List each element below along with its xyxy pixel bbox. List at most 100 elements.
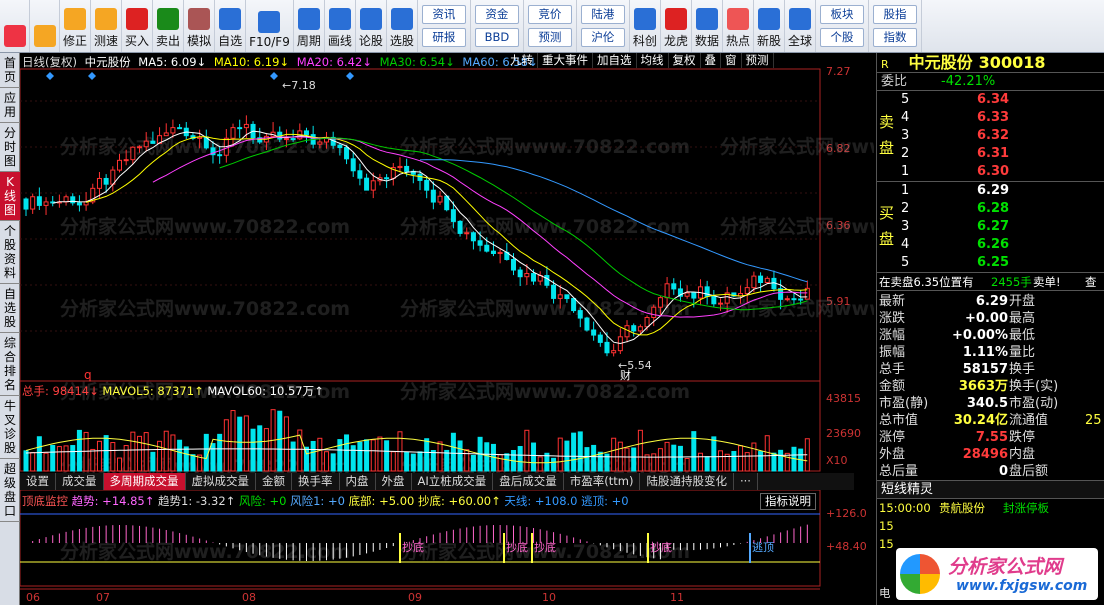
kline-button-1[interactable]: 重大事件 (538, 53, 593, 68)
candle-body (591, 329, 597, 336)
order-more-link[interactable]: 查 (1085, 273, 1097, 291)
left-tab-1[interactable]: 应 用 (0, 88, 20, 123)
toolbar-button-buttons20[interactable]: 科创 (630, 0, 661, 52)
kline-button-bar: 九转 重大事件 加自选 均线 复权叠窗预测 (506, 53, 774, 68)
toolbar-link[interactable]: BBD (474, 28, 519, 47)
candle-body (637, 326, 643, 332)
indicator-tab-4[interactable]: 金额 (256, 473, 292, 490)
toolbar-button-buttons6[interactable]: 模拟 (184, 0, 216, 52)
toolbar-button-buttons2[interactable]: 修正 (60, 0, 92, 52)
level-price: 6.30 (977, 164, 1010, 179)
period-label[interactable]: 日线(复权) (22, 55, 77, 69)
chart-canvas[interactable]: 7.276.826.365.91分析家公式网www.70822.com 分析家公式… (20, 53, 874, 605)
toolbar-button-label: 龙虎 (663, 34, 688, 48)
candle-body (237, 127, 243, 130)
volume-bar (591, 444, 597, 472)
indicator-tab-12[interactable]: ··· (734, 473, 758, 490)
candle-body (163, 132, 169, 137)
kline-button-0[interactable]: 九转 (506, 53, 538, 68)
toolbar-button-buttons0[interactable] (0, 0, 30, 52)
volume-bar (584, 447, 590, 472)
sell-level[interactable]: 4 6.33 (877, 109, 1104, 127)
indicator-tab-0[interactable]: 设置 (20, 473, 56, 490)
toolbar-button-buttons7[interactable]: 自选 (215, 0, 247, 52)
left-tab-8[interactable]: 超 级 盘 口 (0, 459, 20, 522)
toolbar-button-buttons8[interactable]: F10/F9 (246, 0, 294, 52)
toolbar-button-buttons22[interactable]: 数据 (692, 0, 723, 52)
toolbar-button-buttons1[interactable] (30, 0, 60, 52)
short-row[interactable]: 15:00:00 贵航股份 封涨停板 (877, 499, 1104, 517)
left-tab-3[interactable]: K 线 图 (0, 172, 20, 221)
indicator-tab-8[interactable]: AI立桩成交量 (412, 473, 494, 490)
toolbar-link[interactable]: 股指 (873, 5, 918, 24)
indicator-tab-2[interactable]: 多周期成交量 (103, 473, 186, 490)
buy-level[interactable]: 3 6.27 (877, 218, 1104, 236)
toolbar-link[interactable]: 陆港 (580, 5, 625, 24)
toolbar-link[interactable]: 个股 (820, 28, 865, 47)
sell-level[interactable]: 3 6.32 (877, 127, 1104, 145)
indicator-tab-6[interactable]: 内盘 (340, 473, 376, 490)
toolbar-button-buttons24[interactable]: 新股 (754, 0, 785, 52)
buy-level[interactable]: 4 6.26 (877, 236, 1104, 254)
indicator-tab-11[interactable]: 陆股通持股变化 (640, 473, 734, 490)
toolbar-link[interactable]: 指数 (873, 28, 918, 47)
indicator-tab-3[interactable]: 虚拟成交量 (186, 473, 256, 490)
toolbar-link[interactable]: 研报 (421, 28, 466, 47)
kline-button-7[interactable]: 预测 (742, 53, 774, 68)
sell-level[interactable]: 5 6.34 (877, 91, 1104, 109)
buy-level[interactable]: 5 6.25 (877, 254, 1104, 272)
left-tab-6[interactable]: 综 合 排 名 (0, 333, 20, 396)
indicator-tab-10[interactable]: 市盈率(ttm) (564, 473, 641, 490)
volume-bar (751, 442, 757, 472)
ma30-label: MA30: 6.54↓ (379, 55, 455, 69)
indicator-tab-5[interactable]: 换手率 (292, 473, 340, 490)
left-tab-4[interactable]: 个 股 资 料 (0, 221, 20, 284)
toolbar-button-buttons12[interactable]: 选股 (387, 0, 418, 52)
sell-level[interactable]: 1 6.30 (877, 163, 1104, 181)
candle-body (283, 138, 289, 141)
kline-button-5[interactable]: 叠 (701, 53, 721, 68)
buy-level[interactable]: 2 6.28 (877, 200, 1104, 218)
volume-bar (350, 445, 356, 472)
toolbar-button-buttons9[interactable]: 周期 (294, 0, 325, 52)
candle-body (751, 275, 757, 289)
kline-button-4[interactable]: 复权 (669, 53, 701, 68)
toolbar-button-label: 卖出 (156, 34, 181, 48)
toolbar-link[interactable]: 沪伦 (580, 28, 625, 47)
volume-bar (531, 442, 537, 472)
toolbar-link[interactable]: 资讯 (421, 5, 466, 24)
left-tab-2[interactable]: 分 时 图 (0, 123, 20, 172)
toolbar-button-buttons25[interactable]: 全球 (785, 0, 817, 52)
left-tab-7[interactable]: 牛 叉 诊 股 (0, 396, 20, 459)
stat-label2: 市盈(动) (1009, 396, 1059, 411)
kline-button-3[interactable]: 均线 (637, 53, 669, 68)
candle-body (430, 189, 436, 203)
buy-level[interactable]: 1 6.29 (877, 182, 1104, 200)
indicator-help-button[interactable]: 指标说明 (760, 493, 816, 510)
short-title[interactable]: 短线精灵 (881, 481, 933, 499)
short-time: 15 (879, 519, 894, 533)
indicator-tab-9[interactable]: 盘后成交量 (493, 473, 564, 490)
toolbar-button-buttons10[interactable]: 画线 (325, 0, 356, 52)
toolbar-link[interactable]: 板块 (820, 5, 865, 24)
toolbar-link[interactable]: 预测 (527, 28, 572, 47)
toolbar-link[interactable]: 竞价 (527, 5, 572, 24)
toolbar-button-buttons3[interactable]: 测速 (91, 0, 123, 52)
short-row[interactable]: 15 (877, 517, 1104, 535)
toolbar-button-buttons21[interactable]: 龙虎 (661, 0, 692, 52)
indicator-mark-label: 抄底 (506, 540, 528, 554)
kline-button-2[interactable]: 加自选 (593, 53, 637, 68)
toolbar-button-buttons23[interactable]: 热点 (723, 0, 754, 52)
volume-bar (110, 442, 116, 472)
indicator-tab-1[interactable]: 成交量 (56, 473, 104, 490)
toolbar-button-buttons5[interactable]: 卖出 (153, 0, 185, 52)
left-tab-5[interactable]: 自 选 股 (0, 284, 20, 333)
sell-level[interactable]: 2 6.31 (877, 145, 1104, 163)
indicator-tab-7[interactable]: 外盘 (376, 473, 412, 490)
left-tab-0[interactable]: 首 页 (0, 53, 20, 88)
candle-body (551, 284, 557, 299)
toolbar-link[interactable]: 资金 (474, 5, 519, 24)
toolbar-button-buttons11[interactable]: 论股 (356, 0, 387, 52)
toolbar-button-buttons4[interactable]: 买入 (122, 0, 154, 52)
kline-button-6[interactable]: 窗 (721, 53, 742, 68)
